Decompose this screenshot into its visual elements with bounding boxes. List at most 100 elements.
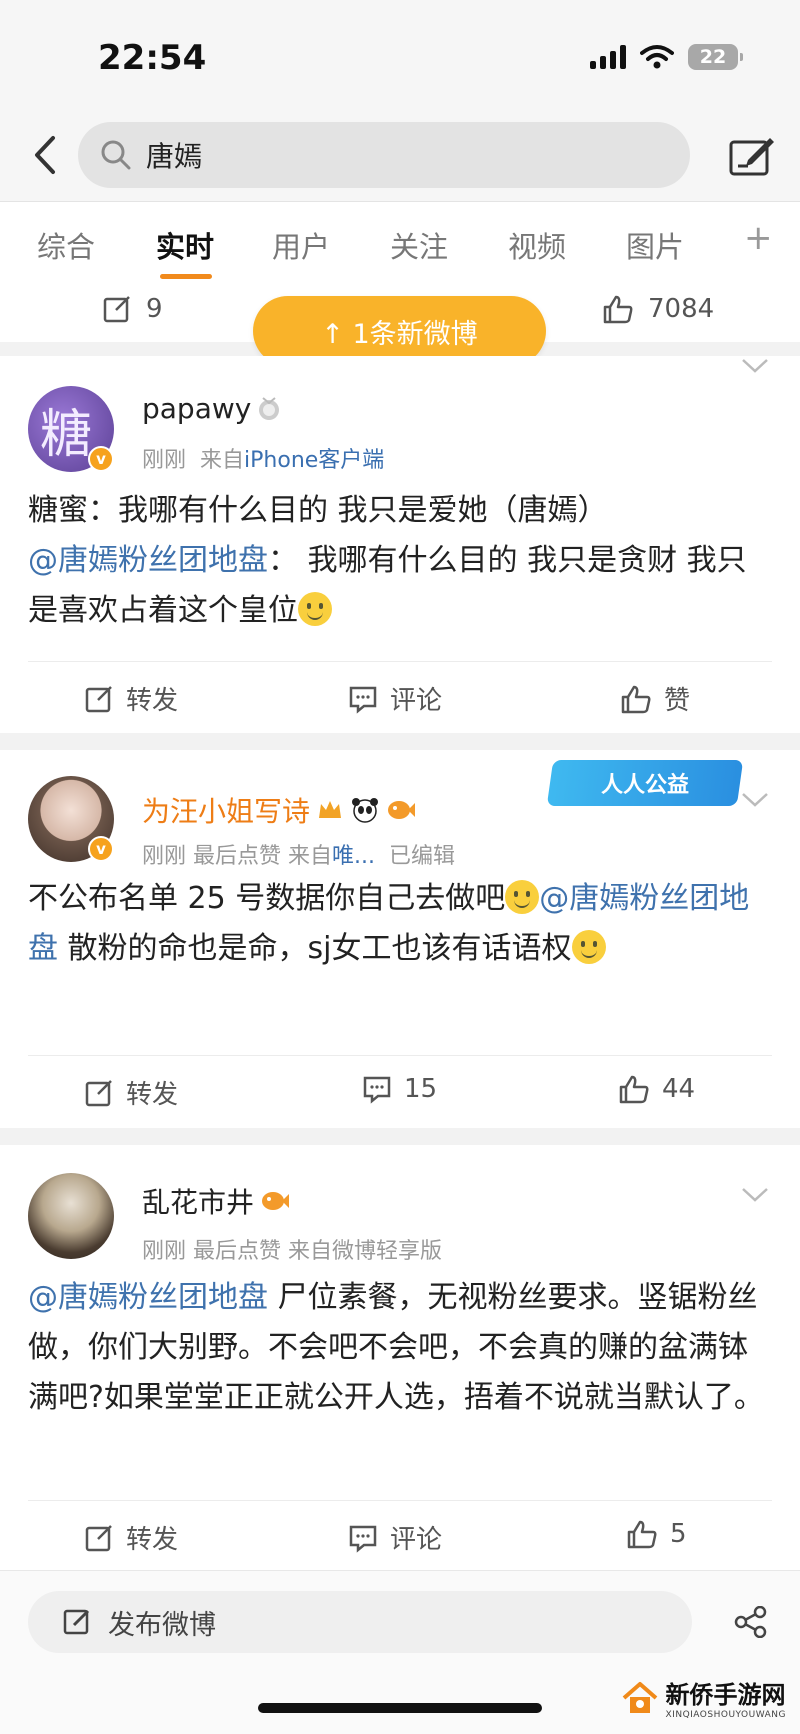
- post-text: 不公布名单 25 号数据你自己去做吧 @唐嫣粉丝团地盘 散粉的命也是命，sj女工也…: [28, 874, 772, 974]
- post-meta: 刚刚 最后点赞 来自唯... 已编辑: [142, 838, 455, 870]
- tab-realtime[interactable]: 实时: [156, 224, 214, 266]
- chevron-down-icon[interactable]: [740, 356, 770, 376]
- post-card: 乱花市井 刚刚 最后点赞 来自微博轻享版 @唐嫣粉丝团地盘 尸位素餐，无视粉丝要…: [0, 1145, 800, 1570]
- edit-icon: [729, 138, 774, 176]
- post-time: 刚刚: [142, 448, 187, 473]
- post-text: 糖蜜：我哪有什么目的 我只是爱她（唐嫣） @唐嫣粉丝团地盘： 我哪有什么目的 我…: [28, 486, 772, 636]
- prev-like-count: 7084: [648, 294, 715, 324]
- comment-icon: [363, 1076, 391, 1104]
- post-source[interactable]: iPhone客户端: [244, 448, 384, 473]
- tab-general[interactable]: 综合: [37, 224, 95, 266]
- username: 乱花市井: [142, 1186, 255, 1219]
- thumbs-up-icon: [627, 1520, 657, 1549]
- tab-add[interactable]: +: [744, 218, 773, 258]
- like-label: 赞: [664, 686, 691, 716]
- status-bar: 22:54 22: [0, 0, 800, 110]
- signal-icon: [590, 45, 626, 69]
- status-icons: 22: [590, 44, 743, 70]
- post-author[interactable]: 为汪小姐写诗: [142, 790, 416, 830]
- tab-following[interactable]: 关注: [390, 224, 448, 266]
- like-button[interactable]: 赞: [620, 680, 690, 717]
- watermark-subtitle: XINQIAOSHOUYOUWANG: [665, 1710, 786, 1720]
- search-query: 唐嫣: [146, 140, 203, 173]
- mention-link[interactable]: @唐嫣粉丝团地盘: [28, 543, 268, 578]
- post-actions: 转发 评论 赞: [0, 662, 800, 732]
- post-actions: 转发 评论 5: [0, 1501, 800, 1571]
- thumbs-up-icon: [603, 295, 633, 324]
- verified-badge-icon: v: [88, 836, 114, 862]
- post-author[interactable]: papawy: [142, 392, 281, 425]
- compose-label: 发布微博: [108, 1609, 216, 1641]
- tab-images[interactable]: 图片: [626, 224, 684, 266]
- wifi-icon: [640, 45, 674, 69]
- post-meta: 刚刚 来自iPhone客户端: [142, 442, 384, 474]
- search-icon: [101, 140, 131, 170]
- search-input[interactable]: 唐嫣: [78, 122, 690, 188]
- edit-button[interactable]: [726, 130, 778, 182]
- fish-badge-icon: [388, 801, 416, 819]
- repost-icon: [85, 1079, 112, 1106]
- post-source-prefix: 来自: [200, 448, 245, 473]
- tab-videos[interactable]: 视频: [508, 224, 566, 266]
- like-button[interactable]: 44: [618, 1074, 695, 1104]
- tab-users[interactable]: 用户: [272, 224, 330, 266]
- smile-emoji-icon: [571, 930, 606, 964]
- comment-button[interactable]: 15: [362, 1074, 437, 1104]
- blush-emoji-icon: [505, 880, 540, 914]
- post-text: @唐嫣粉丝团地盘 尸位素餐，无视粉丝要求。竖锯粉丝做，你们大别野。不会吧不会吧，…: [28, 1273, 772, 1423]
- panda-icon: [352, 798, 379, 823]
- post-source[interactable]: 唯...: [332, 844, 375, 869]
- home-indicator[interactable]: [258, 1703, 542, 1713]
- house-logo-icon: [622, 1681, 657, 1713]
- post-meta: 刚刚 最后点赞 来自微博轻享版: [142, 1239, 442, 1264]
- repost-label: 转发: [126, 1525, 179, 1555]
- active-tab-indicator: [160, 274, 212, 279]
- chevron-left-icon: [35, 136, 55, 174]
- watermark: 新侨手游网 XINQIAOSHOUYOUWANG: [620, 1675, 786, 1720]
- prev-repost-button[interactable]: 9: [102, 294, 163, 324]
- battery-icon: 22: [688, 44, 743, 70]
- comment-button[interactable]: 评论: [348, 1519, 442, 1556]
- repost-icon: [85, 1524, 112, 1551]
- watermark-title: 新侨手游网: [665, 1681, 786, 1709]
- repost-icon: [85, 685, 112, 712]
- charity-badge-label: 人人公益: [600, 773, 689, 798]
- post-actions: 转发 15 44: [0, 1056, 800, 1126]
- compose-button[interactable]: 发布微博: [28, 1591, 692, 1653]
- post-text-content: 不公布名单 25 号数据你自己去做吧: [28, 881, 506, 916]
- fish-badge-icon: [262, 1192, 290, 1210]
- post-card: 糖 v papawy 刚刚 来自iPhone客户端 糖蜜：我哪有什么目的 我只是…: [0, 356, 800, 733]
- charity-badge[interactable]: 人人公益: [546, 760, 744, 806]
- comment-button[interactable]: 评论: [348, 680, 442, 717]
- repost-button[interactable]: 转发: [84, 1074, 178, 1111]
- avatar[interactable]: [28, 1173, 114, 1259]
- mention-link[interactable]: @唐嫣粉丝团地盘: [28, 1280, 268, 1315]
- status-time: 22:54: [98, 38, 207, 78]
- repost-button[interactable]: 转发: [84, 680, 178, 717]
- repost-label: 转发: [126, 1080, 179, 1110]
- like-button[interactable]: 5: [626, 1519, 687, 1549]
- prev-like-button[interactable]: 7084: [602, 294, 714, 324]
- repost-icon: [103, 296, 130, 323]
- share-button[interactable]: [728, 1599, 774, 1645]
- comment-label: 评论: [390, 1525, 443, 1555]
- comment-icon: [349, 1525, 377, 1553]
- post-text-content: 糖蜜：我哪有什么目的 我只是爱她（唐嫣）: [28, 493, 608, 528]
- comment-count: 15: [404, 1074, 438, 1104]
- post-meta-text: 刚刚 最后点赞 来自: [142, 844, 332, 869]
- share-icon: [734, 1606, 767, 1638]
- like-count: 44: [662, 1074, 696, 1104]
- repost-button[interactable]: 转发: [84, 1519, 178, 1556]
- comment-icon: [349, 686, 377, 714]
- back-button[interactable]: [22, 132, 68, 178]
- post-author[interactable]: 乱花市井: [142, 1181, 290, 1221]
- pencil-icon: [63, 1609, 90, 1635]
- like-count: 5: [670, 1519, 687, 1549]
- comment-label: 评论: [390, 686, 443, 716]
- prev-repost-count: 9: [146, 294, 163, 324]
- chevron-down-icon[interactable]: [740, 790, 770, 810]
- bottom-bar: 发布微博 新侨手游网 XINQIAOSHOUYOUWANG: [0, 1570, 800, 1734]
- chevron-down-icon[interactable]: [740, 1185, 770, 1205]
- verified-badge-icon: v: [88, 446, 114, 472]
- thumbs-up-icon: [619, 1075, 649, 1104]
